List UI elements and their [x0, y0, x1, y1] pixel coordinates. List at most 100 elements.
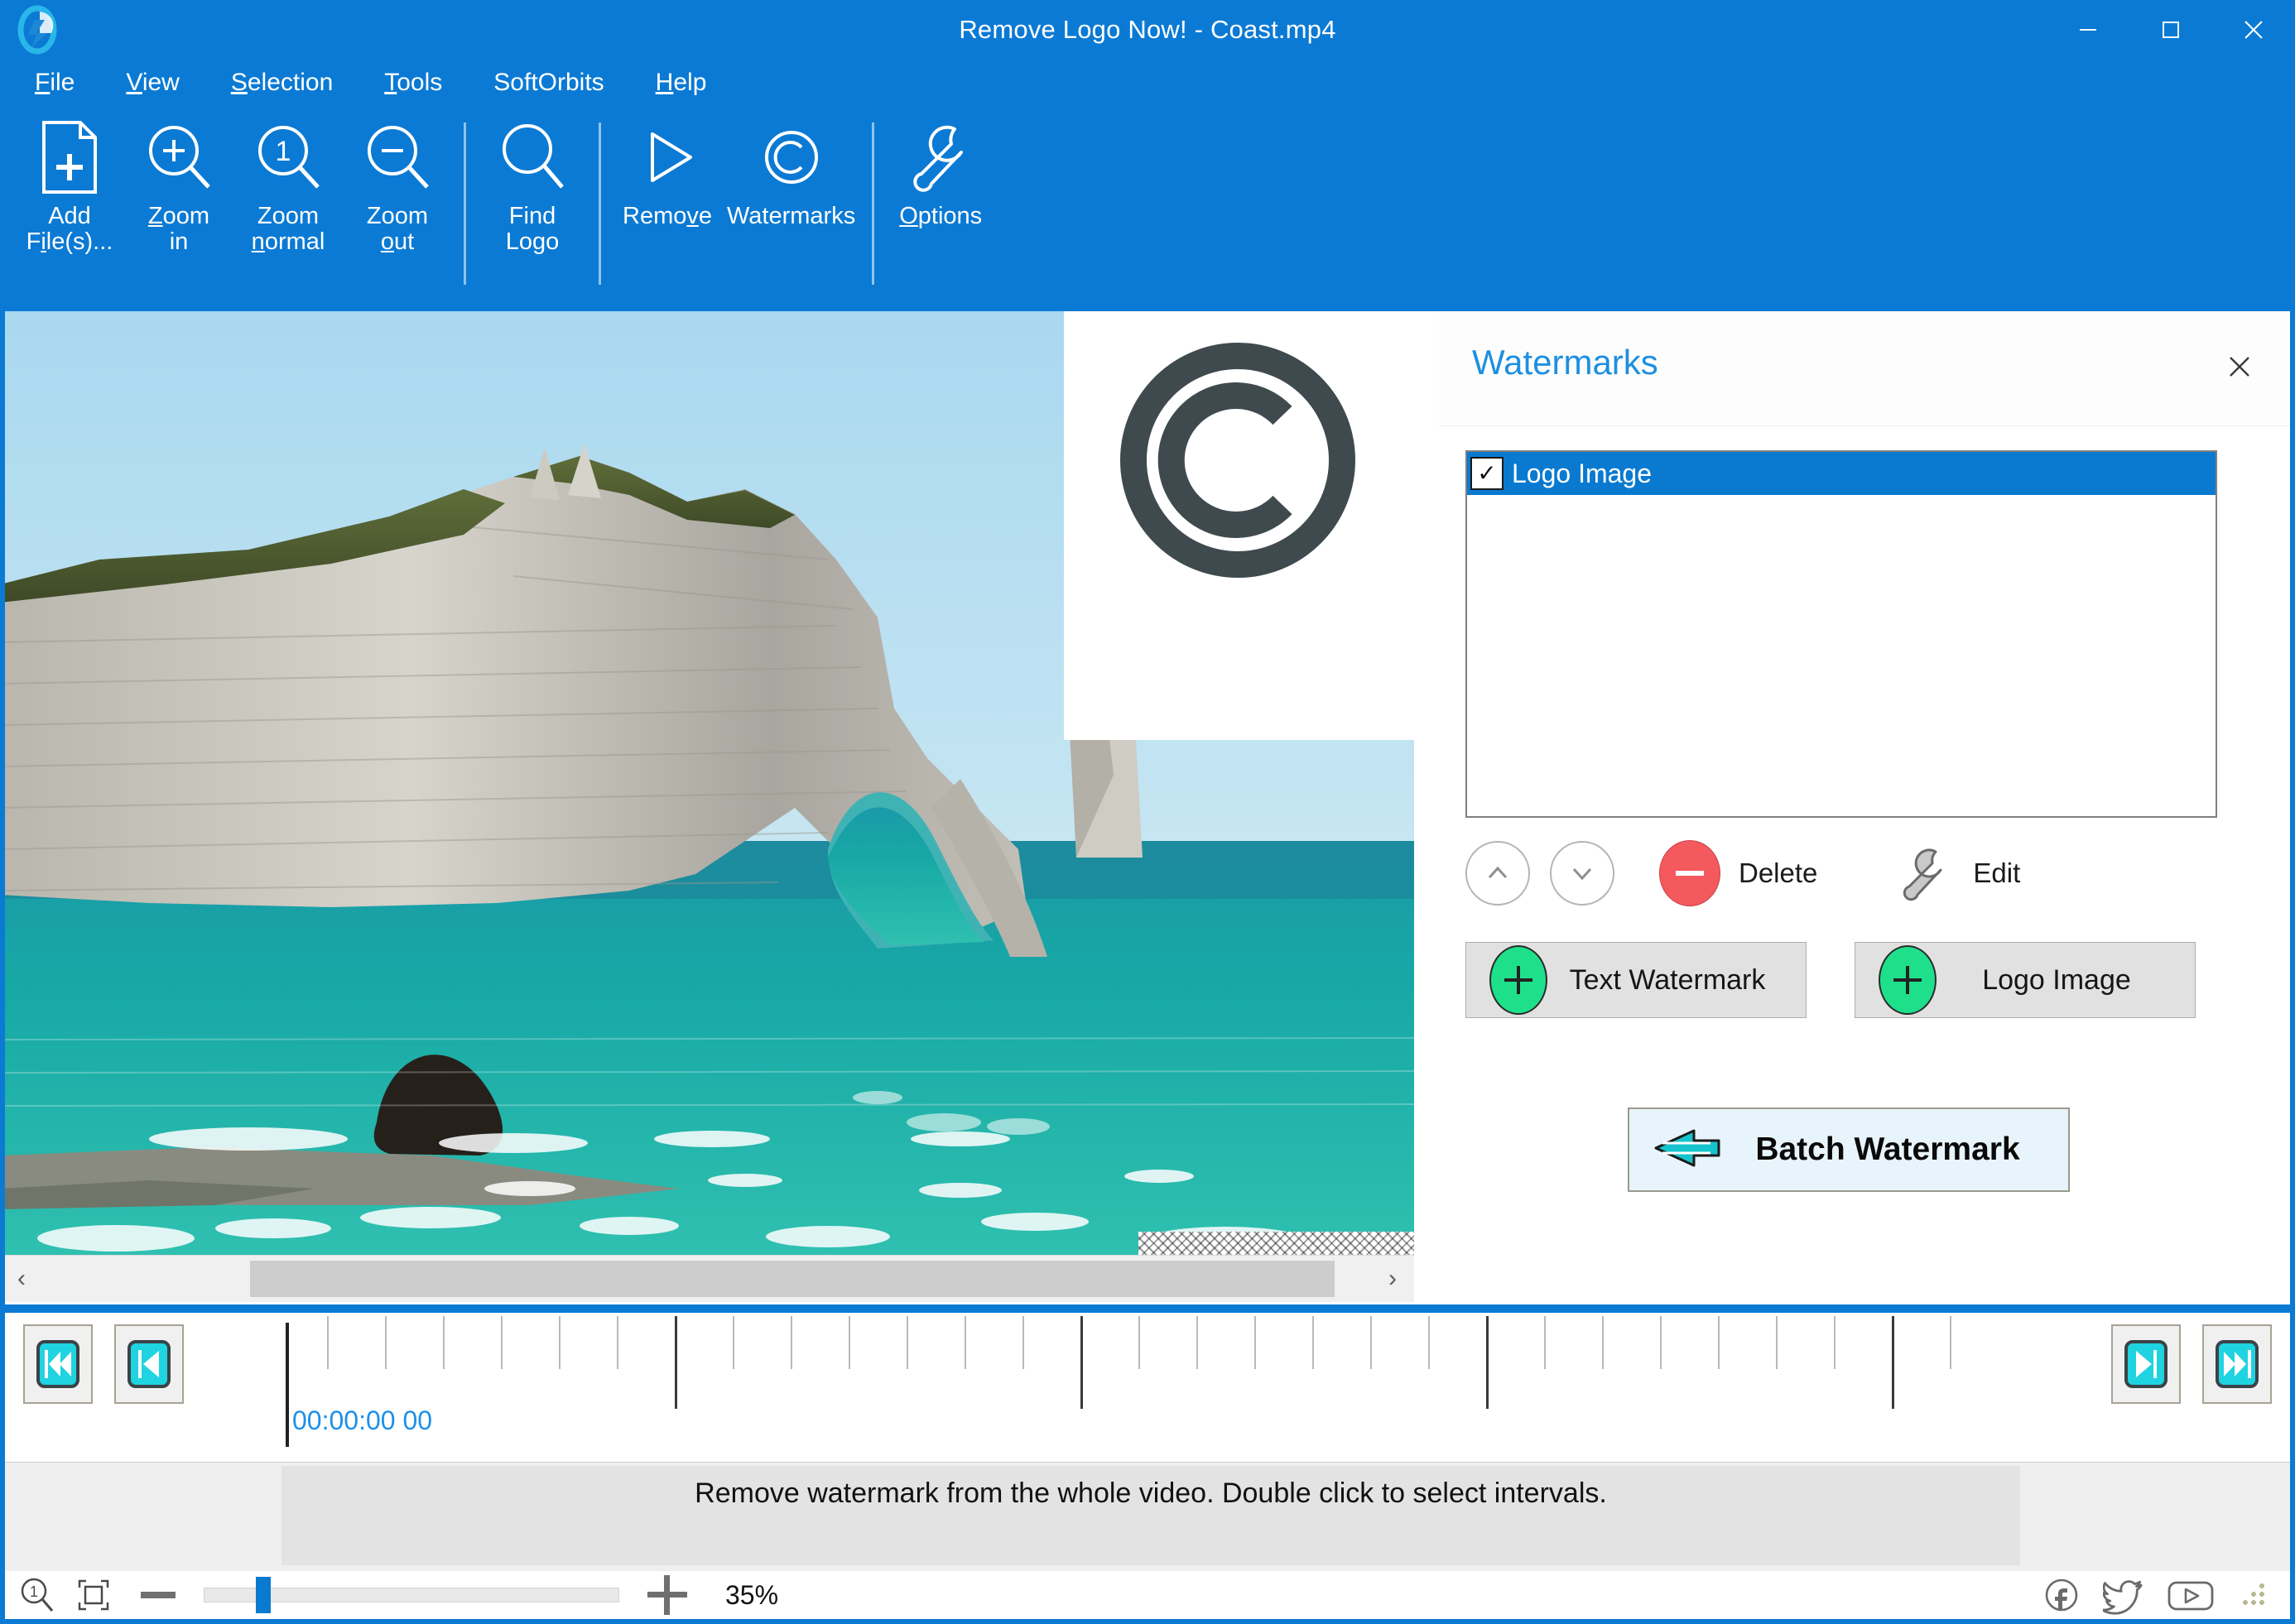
- add-plus-icon: [1489, 945, 1547, 1015]
- toolbar-zoom-in-label: Zoom in: [147, 203, 210, 256]
- batch-watermark-button[interactable]: Batch Watermark: [1628, 1107, 2070, 1192]
- skip-to-start-button[interactable]: [23, 1324, 93, 1404]
- zoom-normal-icon: 1: [250, 118, 326, 197]
- menu-tools[interactable]: Tools: [379, 65, 447, 100]
- window-left-edge: [0, 311, 5, 1624]
- delete-button-label: Delete: [1739, 858, 1818, 888]
- list-item[interactable]: ✓ Logo Image: [1467, 452, 2216, 495]
- menu-file-label: ile: [50, 69, 75, 96]
- main-area: ‹ › Watermarks ✓ Logo Image Delete Edit …: [0, 311, 2295, 1304]
- toolbar-separator-2: [599, 123, 601, 285]
- menu-view-label: iew: [142, 69, 180, 96]
- menu-bar: File View Selection Tools SoftOrbits Hel…: [0, 60, 2295, 106]
- menu-selection-label: election: [247, 69, 334, 96]
- toolbar-watermarks[interactable]: Watermarks: [722, 106, 860, 229]
- watermarks-panel-close-icon[interactable]: [2214, 341, 2265, 392]
- edit-wrench-icon: [1890, 843, 1958, 903]
- svg-text:1: 1: [276, 136, 291, 167]
- video-preview-canvas[interactable]: [0, 311, 1414, 1255]
- delete-minus-icon: [1656, 840, 1724, 906]
- watermarks-panel: Watermarks ✓ Logo Image Delete Edit Text…: [1439, 311, 2295, 1304]
- scroll-right-button[interactable]: ›: [1371, 1256, 1414, 1302]
- window-right-edge: [2290, 311, 2295, 1624]
- status-pane: Remove watermark from the whole video. D…: [281, 1466, 2020, 1565]
- copyright-symbol-icon: [1114, 336, 1362, 584]
- menu-view[interactable]: View: [121, 65, 184, 100]
- add-logo-image-label: Logo Image: [1982, 963, 2131, 996]
- toolbar-add-files[interactable]: Add File(s)...: [15, 106, 124, 256]
- toolbar-remove[interactable]: Remove: [613, 106, 722, 229]
- menu-softorbits[interactable]: SoftOrbits: [488, 65, 609, 100]
- timeline-right-controls: [2111, 1324, 2272, 1404]
- edit-button-label: Edit: [1973, 858, 2021, 888]
- menu-help[interactable]: Help: [651, 65, 712, 100]
- watermark-actions-row: Delete Edit: [1465, 838, 2214, 909]
- zoom-percent-label: 35%: [725, 1579, 779, 1610]
- watermarks-copyright-icon: [755, 118, 828, 197]
- toolbar-zoom-in[interactable]: Zoom in: [124, 106, 233, 256]
- selection-resize-handle[interactable]: [1138, 1232, 1414, 1255]
- toolbar-zoom-normal[interactable]: 1 Zoom normal: [233, 106, 343, 256]
- zoom-actual-icon[interactable]: 1: [18, 1576, 56, 1614]
- options-wrench-icon: [903, 118, 978, 197]
- fit-to-window-icon[interactable]: [75, 1576, 113, 1614]
- status-bar: Remove watermark from the whole video. D…: [0, 1462, 2295, 1572]
- facebook-icon[interactable]: [2042, 1575, 2081, 1615]
- toolbar-remove-label: Remove: [623, 203, 712, 229]
- move-down-button[interactable]: [1550, 841, 1614, 906]
- scroll-thumb[interactable]: [250, 1261, 1335, 1297]
- timeline-timecode: 00:00:00 00: [292, 1405, 433, 1435]
- watermark-overlay-box-bottom[interactable]: [1064, 649, 1414, 740]
- batch-watermark-label: Batch Watermark: [1755, 1132, 2020, 1167]
- window-controls: [2047, 0, 2295, 60]
- add-logo-image-button[interactable]: Logo Image: [1855, 942, 2196, 1018]
- next-frame-button[interactable]: [2111, 1324, 2181, 1404]
- toolbar-zoom-out[interactable]: Zoom out: [343, 106, 452, 256]
- menu-help-label: elp: [673, 69, 707, 96]
- watermark-enabled-checkbox[interactable]: ✓: [1470, 457, 1504, 490]
- zoom-in-button[interactable]: [647, 1575, 687, 1615]
- add-text-watermark-button[interactable]: Text Watermark: [1465, 942, 1807, 1018]
- delete-button[interactable]: Delete: [1634, 840, 1840, 906]
- zoom-in-icon: [141, 118, 217, 197]
- toolbar-add-files-label: Add File(s)...: [26, 203, 113, 256]
- zoom-slider-thumb[interactable]: [256, 1577, 271, 1613]
- youtube-icon[interactable]: [2166, 1575, 2216, 1615]
- scroll-track[interactable]: [43, 1256, 1371, 1302]
- zoom-slider-track[interactable]: [204, 1577, 619, 1613]
- twitter-icon[interactable]: [2103, 1575, 2144, 1615]
- preview-horizontal-scrollbar[interactable]: ‹ ›: [0, 1255, 1414, 1302]
- move-up-button[interactable]: [1465, 841, 1530, 906]
- toolbar-options-label: Options: [899, 203, 983, 229]
- zoom-out-button[interactable]: [141, 1592, 176, 1598]
- menu-selection[interactable]: Selection: [226, 65, 338, 100]
- social-links: [2020, 1575, 2265, 1615]
- window-bottom-edge: [0, 1619, 2295, 1624]
- toolbar-zoom-normal-label: Zoom normal: [251, 203, 325, 256]
- skip-to-end-button[interactable]: [2202, 1324, 2272, 1404]
- close-button[interactable]: [2212, 0, 2295, 60]
- toolbar-watermarks-label: Watermarks: [727, 203, 856, 229]
- zoom-out-icon: [359, 118, 435, 197]
- toolbar-zoom-out-label: Zoom out: [366, 203, 429, 256]
- timeline-playhead[interactable]: [286, 1323, 289, 1447]
- timeline-ruler[interactable]: 00:00:00 00: [286, 1316, 1987, 1449]
- window-title: Remove Logo Now! - Coast.mp4: [959, 15, 1336, 44]
- maximize-button[interactable]: [2129, 0, 2212, 60]
- panel-divider: [1414, 311, 1439, 1304]
- menu-file[interactable]: File: [30, 65, 79, 100]
- list-item-label: Logo Image: [1512, 458, 1653, 488]
- scroll-left-button[interactable]: ‹: [0, 1256, 43, 1302]
- previous-frame-button[interactable]: [114, 1324, 184, 1404]
- menu-tools-label: ools: [397, 69, 443, 96]
- toolbar-find-logo-label: Find Logo: [505, 203, 560, 256]
- edit-button[interactable]: Edit: [1869, 841, 2042, 906]
- toolbar-options[interactable]: Options: [886, 106, 995, 229]
- timeline-left-controls: [23, 1324, 184, 1404]
- remove-play-icon: [631, 118, 704, 197]
- watermarks-list[interactable]: ✓ Logo Image: [1465, 450, 2217, 818]
- zoom-bar: 1 35%: [0, 1571, 2295, 1619]
- toolbar-find-logo[interactable]: Find Logo: [478, 106, 587, 256]
- resize-grip[interactable]: [2240, 1583, 2265, 1607]
- minimize-button[interactable]: [2047, 0, 2129, 60]
